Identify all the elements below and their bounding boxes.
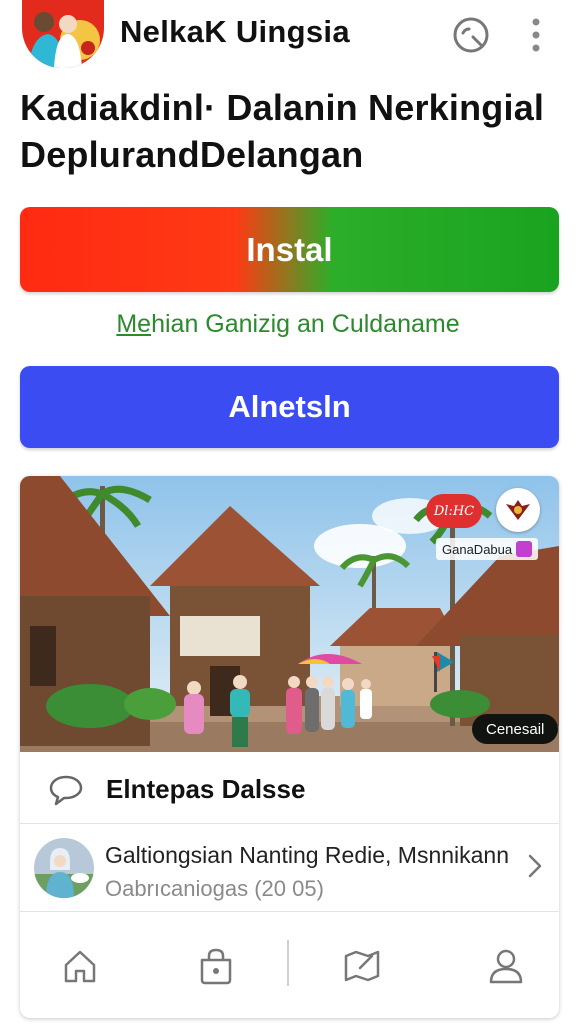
nav-profile[interactable]: [482, 942, 530, 990]
search-button[interactable]: [448, 12, 494, 58]
tag-square-icon: [516, 541, 533, 557]
avatar: [34, 838, 94, 898]
comments-row[interactable]: Elntepas Dalsse: [20, 752, 559, 824]
village-photo[interactable]: Dl:HC GanaDabua Cenesail: [20, 476, 559, 752]
secondary-link[interactable]: Mehian Ganizig an Culdaname: [0, 310, 576, 339]
app-logo[interactable]: [22, 0, 104, 68]
map-flag-icon: [344, 950, 380, 982]
photo-tag-label: GanaDabua: [442, 541, 513, 557]
list-item-subtitle: Oabrıcaniogas (20 05): [105, 876, 324, 901]
photo-chip[interactable]: Cenesail: [472, 714, 559, 744]
garuda-badge-icon: [496, 488, 540, 532]
profile-icon: [489, 949, 523, 984]
secondary-link-rest: hian Ganizig an Culdaname: [151, 310, 460, 338]
install-button[interactable]: Instal: [20, 207, 559, 292]
more-vert-icon: [532, 18, 540, 52]
headline-line-2: DeplurandDelangan: [20, 134, 364, 175]
nav-divider: [287, 940, 289, 986]
photo-speech-bubble: Dl:HC: [426, 494, 482, 528]
nav-map[interactable]: [338, 942, 386, 990]
list-item[interactable]: Galtiongsian Nanting Redie, Msnnikann Oa…: [20, 824, 559, 912]
nav-home[interactable]: [56, 942, 104, 990]
home-icon: [64, 950, 96, 983]
feature-card: Dl:HC GanaDabua Cenesail Elntepas Dalsse…: [20, 476, 559, 1018]
search-icon: [453, 17, 489, 53]
nav-shop[interactable]: [192, 942, 240, 990]
list-item-title: Galtiongsian Nanting Redie, Msnnikann: [105, 842, 510, 868]
chevron-right-icon: [528, 854, 542, 878]
bottom-nav: [20, 912, 559, 1018]
alt-button[interactable]: Alnetsln: [20, 366, 559, 448]
comments-title: Elntepas Dalsse: [106, 774, 306, 804]
headline-line-1: Kadiakdinl· Dalanin Nerkingial: [20, 87, 545, 128]
app-title: NelkaK Uingsia: [120, 14, 350, 49]
page-headline: Kadiakdinl· Dalanin Nerkingial Deplurand…: [20, 84, 560, 178]
lock-bag-icon: [200, 948, 232, 985]
secondary-link-prefix: Me: [116, 310, 152, 338]
more-options-button[interactable]: [518, 12, 554, 58]
photo-tag: GanaDabua: [436, 538, 539, 560]
app-header: NelkaK Uingsia: [0, 0, 576, 72]
chat-bubble-icon: [49, 775, 83, 806]
